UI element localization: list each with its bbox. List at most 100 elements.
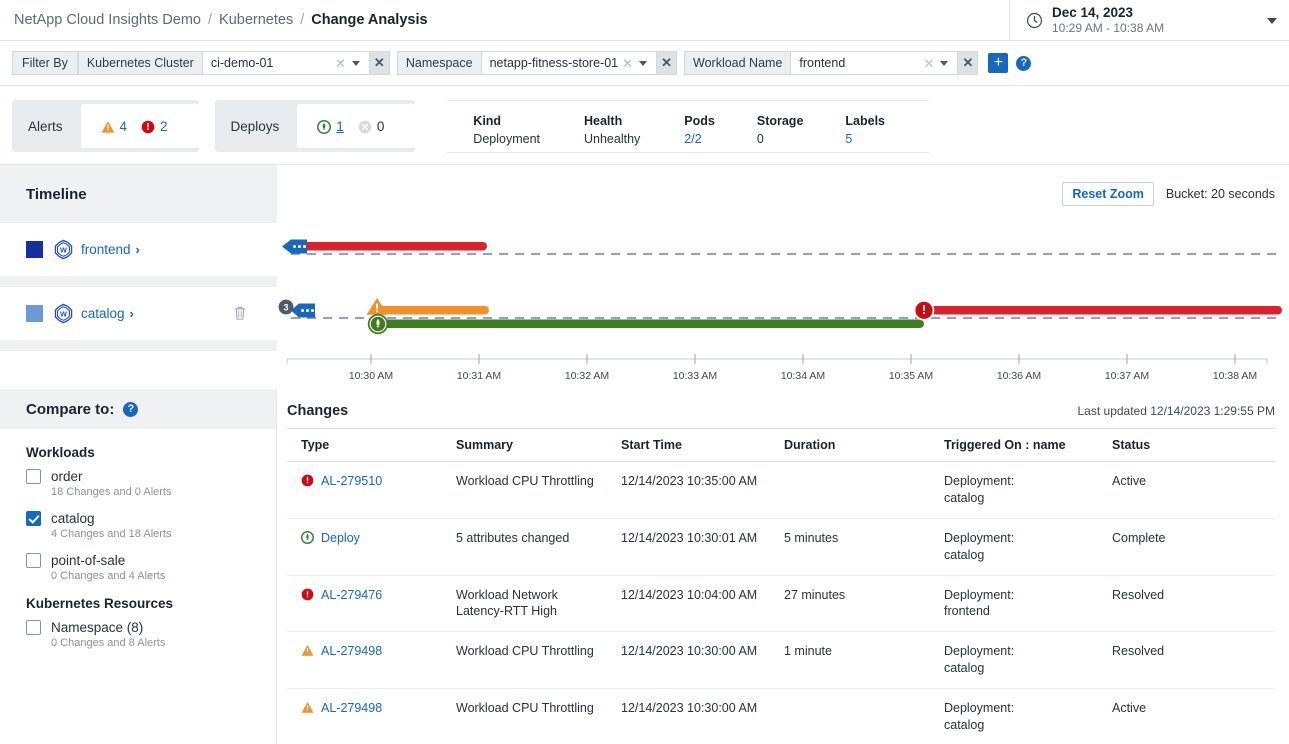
compare-item-order[interactable]: order [26,469,276,484]
reset-zoom-button[interactable]: Reset Zoom [1062,182,1154,206]
alerts-warning[interactable]: 4 [101,119,128,134]
changes-table: Type Summary Start Time Duration Trigger… [287,428,1275,744]
filter-namespace[interactable]: Namespace netapp-fitness-store-01 ✕ ✕ [397,51,677,75]
compare-item-namespace[interactable]: Namespace (8) [26,620,276,635]
breadcrumb-item-root[interactable]: NetApp Cloud Insights Demo [14,12,201,28]
add-filter-button[interactable]: + [988,53,1008,73]
timeline-track-frontend[interactable] [277,223,1289,276]
alert-link[interactable]: AL-279476 [321,587,382,604]
timeline-row-divider [0,276,277,287]
chevron-down-icon[interactable] [1267,18,1277,24]
compare-item-point-of-sale-sub: 0 Changes and 4 Alerts [51,570,276,582]
table-row[interactable]: AL-279498 Workload CPU Throttling 12/14/… [287,689,1275,744]
chevron-right-icon[interactable]: › [136,242,140,257]
cell-summary: 5 attributes changed [442,518,607,575]
clock-icon [1026,12,1043,29]
alert-link[interactable]: AL-279498 [321,700,382,717]
breadcrumb-item-kubernetes[interactable]: Kubernetes [219,12,293,28]
date-range-picker[interactable]: Dec 14, 2023 10:29 AM - 10:38 AM [1009,0,1289,41]
column-header-duration[interactable]: Duration [770,429,930,462]
meta-pods-value[interactable]: 2/2 [684,130,715,148]
chevron-down-icon[interactable] [639,61,647,66]
filter-cluster-value[interactable]: ci-demo-01 ✕ [202,51,370,75]
cell-summary: Workload Network Latency-RTT High [442,575,607,632]
axis-tick-0: 10:30 AM [349,370,393,382]
filter-namespace-value[interactable]: netapp-fitness-store-01 ✕ [481,51,657,75]
cell-type: AL-279476 [287,575,442,632]
deploys-counts: 1 0 [297,104,415,148]
chevron-down-icon[interactable] [352,61,360,66]
timeline-controls: Reset Zoom Bucket: 20 seconds [277,182,1289,206]
cell-triggered-on: Deployment: catalog [930,518,1098,575]
cell-triggered-on: Deployment: catalog [930,632,1098,689]
workload-name-catalog[interactable]: catalog [81,306,125,321]
meta-pods: Pods 2/2 [684,112,715,148]
color-swatch [26,305,43,322]
breadcrumb: NetApp Cloud Insights Demo / Kubernetes … [0,12,428,28]
alert-link[interactable]: AL-279510 [321,473,382,490]
checkbox-point-of-sale[interactable] [26,553,41,568]
compare-title: Compare to: [26,401,114,418]
alerts-critical-count: 2 [160,119,168,134]
deploys-failed[interactable]: 0 [358,119,385,134]
color-swatch [26,241,43,258]
table-row[interactable]: Deploy 5 attributes changed 12/14/2023 1… [287,518,1275,575]
timeline-track-catalog[interactable]: 3 [277,287,1289,340]
help-icon[interactable]: ? [123,402,138,417]
deploy-icon [301,531,314,544]
filter-cluster[interactable]: Kubernetes Cluster ci-demo-01 ✕ ✕ [78,51,390,75]
axis-tick-4: 10:34 AM [781,370,825,382]
remove-filter-button[interactable]: ✕ [657,51,677,75]
help-icon[interactable]: ? [1016,56,1031,71]
filter-workload-name[interactable]: Workload Name frontend ✕ ✕ [684,51,978,75]
compare-item-catalog[interactable]: catalog [26,511,276,526]
compare-item-namespace-sub: 0 Changes and 8 Alerts [51,637,276,649]
checkbox-namespace[interactable] [26,620,41,635]
cell-status: Active [1098,689,1275,744]
alerts-critical[interactable]: 2 [141,119,168,134]
page-title: Change Analysis [311,12,427,28]
chevron-right-icon[interactable]: › [130,306,134,321]
cell-triggered-on: Deployment: catalog [930,689,1098,744]
filter-workload-name-key: Workload Name [684,51,790,75]
meta-labels-value[interactable]: 5 [845,130,885,148]
column-header-summary[interactable]: Summary [442,429,607,462]
svg-text:W: W [60,310,67,319]
cell-duration [770,462,930,519]
column-header-triggered-on[interactable]: Triggered On : name [930,429,1098,462]
compare-header: Compare to: ? [0,389,276,429]
cell-summary: Workload CPU Throttling [442,462,607,519]
alert-link[interactable]: AL-279498 [321,643,382,660]
warning-icon [301,644,314,657]
cell-type: AL-279498 [287,632,442,689]
svg-text:3: 3 [283,302,288,312]
column-header-start-time[interactable]: Start Time [607,429,770,462]
table-header-row: Type Summary Start Time Duration Trigger… [287,429,1275,462]
table-row[interactable]: AL-279476 Workload Network Latency-RTT H… [287,575,1275,632]
chevron-down-icon[interactable] [940,61,948,66]
compare-item-catalog-label: catalog [51,511,95,526]
compare-item-order-label: order [51,469,83,484]
column-header-status[interactable]: Status [1098,429,1275,462]
column-header-type[interactable]: Type [287,429,442,462]
cell-duration: 27 minutes [770,575,930,632]
remove-filter-button[interactable]: ✕ [370,51,390,75]
deploys-stat-box: Deploys 1 [215,100,416,152]
workload-name-frontend[interactable]: frontend [81,242,131,257]
deploys-success[interactable]: 1 [317,119,344,134]
table-row[interactable]: AL-279510 Workload CPU Throttling 12/14/… [287,462,1275,519]
clear-value-icon[interactable]: ✕ [331,57,350,70]
deploy-link[interactable]: Deploy [321,530,360,547]
alerts-counts: 4 2 [81,104,199,148]
compare-item-point-of-sale[interactable]: point-of-sale [26,553,276,568]
filter-workload-name-value[interactable]: frontend ✕ [790,51,958,75]
filter-namespace-key: Namespace [397,51,481,75]
meta-health: Health Unhealthy [584,112,640,148]
checkbox-order[interactable] [26,469,41,484]
table-row[interactable]: AL-279498 Workload CPU Throttling 12/14/… [287,632,1275,689]
clear-value-icon[interactable]: ✕ [618,57,637,70]
remove-filter-button[interactable]: ✕ [958,51,978,75]
checkbox-catalog[interactable] [26,511,41,526]
delete-row-icon[interactable] [233,305,247,321]
clear-value-icon[interactable]: ✕ [920,57,939,70]
